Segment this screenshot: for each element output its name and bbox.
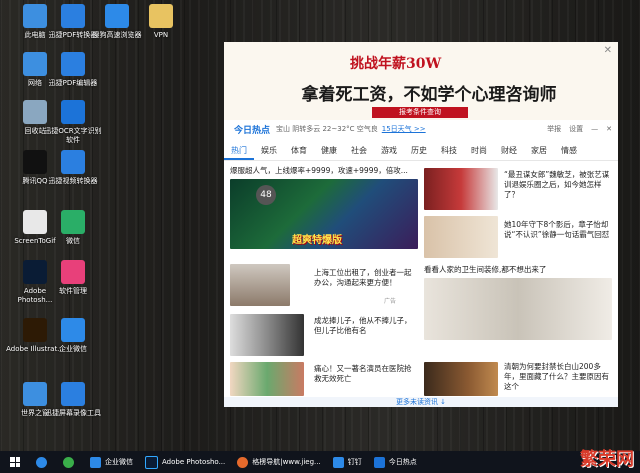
taskbar: 企业微信 Adobe Photosho... 格楞导航|www.jieg... … (0, 451, 640, 473)
desktop-icon-label: 迅捷PDF编辑器 (48, 79, 98, 87)
pinned-360-icon[interactable] (57, 451, 84, 473)
desktop-icon-7[interactable]: 迅捷OCR文字识别软件 (44, 100, 102, 145)
report-button[interactable]: 举报 (547, 124, 561, 134)
actor-thumbnail[interactable] (230, 362, 304, 396)
ad-banner[interactable]: ✕ 挑战年薪30W 拿着死工资，不如学个心理咨询师 报考条件查询 (224, 42, 618, 120)
tab-4[interactable]: 社会 (344, 142, 374, 160)
desktop-icon-label: 微信 (66, 237, 80, 245)
ad-headline-value: 30W (406, 56, 442, 72)
windows-icon (10, 457, 20, 467)
taskbar-wecom[interactable]: 企业微信 (84, 451, 139, 473)
ocr-icon (61, 100, 85, 124)
news-title-office[interactable]: 上海工位出租了，创业者一起办公，沟通起来更方便！ (314, 268, 418, 288)
tab-8[interactable]: 时尚 (464, 142, 494, 160)
tab-7[interactable]: 科技 (434, 142, 464, 160)
dingtalk-icon (332, 456, 344, 468)
screen-recorder-icon (61, 382, 85, 406)
forecast-link[interactable]: 15日天气 >> (382, 124, 426, 134)
game-ad-image[interactable]: 48 超爽特爆版 (230, 179, 418, 249)
wecom-icon (90, 456, 101, 468)
badge-count: 48 (256, 185, 276, 205)
desktop-icon-17[interactable]: 迅捷屏幕录像工具 (44, 382, 102, 418)
news-title-game-ad[interactable]: 爆服超人气，上线爆率+9999，攻速+9999，倍攻... (230, 166, 418, 176)
taskbar-firefox[interactable]: 格楞导航|www.jieg... (231, 451, 326, 473)
tab-11[interactable]: 情感 (554, 142, 584, 160)
desktop-icon-11[interactable]: 微信 (44, 210, 102, 246)
taskbar-dingtalk-label: 钉钉 (347, 458, 362, 466)
news-feed: 爆服超人气，上线爆率+9999，攻速+9999，倍攻... 48 超爽特爆版 上… (224, 164, 618, 396)
desktop-icon-label: 企业微信 (59, 345, 87, 353)
close-button[interactable]: ✕ (606, 125, 612, 133)
ginseng-thumbnail[interactable] (424, 362, 498, 396)
desktop-icon-13[interactable]: 软件管理 (44, 260, 102, 296)
ad-query-button[interactable]: 报考条件查询 (372, 107, 468, 118)
category-tabs: 热门 娱乐 体育 健康 社会 游戏 历史 科技 时尚 财经 家居 情感 (224, 142, 618, 161)
tab-5[interactable]: 游戏 (374, 142, 404, 160)
more-news-link[interactable]: 更多未读资讯 ↓ (224, 397, 618, 407)
software-manager-icon (61, 260, 85, 284)
wechat-icon (61, 210, 85, 234)
pdf-editor-icon (61, 52, 85, 76)
tab-2[interactable]: 体育 (284, 142, 314, 160)
taskbar-wecom-label: 企业微信 (105, 458, 133, 466)
taskbar-jinriredian-label: 今日热点 (388, 458, 417, 466)
desktop-icon-3[interactable]: VPN (132, 4, 190, 40)
weather-info: 宝山 阴转多云 22~32°C 空气良 (276, 125, 378, 133)
game-banner-text: 超爽特爆版 (292, 235, 342, 246)
desktop-icon-15[interactable]: 企业微信 (44, 318, 102, 354)
taskbar-firefox-label: 格楞导航|www.jieg... (252, 458, 321, 466)
desktop-icon-label: VPN (153, 31, 169, 39)
tab-10[interactable]: 家居 (524, 142, 554, 160)
tab-1[interactable]: 娱乐 (254, 142, 284, 160)
news-title-zhang[interactable]: 她10年守下8个影后，章子怡却说“不认识”徐静一句话霸气回怼 (504, 220, 612, 240)
firefox-icon (237, 456, 249, 468)
news-title-bathroom[interactable]: 看看人家的卫生间装修,都不想出来了 (424, 265, 614, 275)
pinned-browser-icon[interactable] (30, 451, 57, 473)
watermark: 繁荣网 (580, 449, 634, 470)
ad-close-icon[interactable]: ✕ (604, 45, 612, 56)
jackie-chan-thumbnail[interactable] (230, 314, 304, 356)
ad-headline-prefix: 挑战年薪 (350, 56, 406, 72)
desktop-icon-5[interactable]: 迅捷PDF编辑器 (44, 52, 102, 88)
news-icon (373, 456, 385, 468)
bathroom-image[interactable] (424, 278, 612, 340)
taskbar-dingtalk[interactable]: 钉钉 (327, 451, 368, 473)
taskbar-photoshop-label: Adobe Photosho... (162, 458, 226, 466)
ad-tag: 广告 (384, 298, 397, 305)
ad-main-text: 拿着死工资，不如学个心理咨询师 (301, 85, 557, 105)
news-header: 今日热点 宝山 阴转多云 22~32°C 空气良 15日天气 >> 举报 设置 … (224, 120, 618, 138)
desktop-icon-label: 迅捷屏幕录像工具 (45, 409, 101, 417)
taskbar-jinriredian[interactable]: 今日热点 (368, 451, 423, 473)
wecom-icon (61, 318, 85, 342)
folder-icon (149, 4, 173, 28)
start-button[interactable] (0, 451, 30, 473)
news-popup-window: ✕ 挑战年薪30W 拿着死工资，不如学个心理咨询师 报考条件查询 今日热点 宝山… (224, 42, 618, 407)
actress-thumbnail[interactable] (424, 168, 498, 210)
news-title-jackie[interactable]: 成龙捧儿子，他从不捧儿子，但儿子比他有名 (314, 316, 418, 336)
news-title-actor[interactable]: 痛心！又一著名演员在医院抢救无效死亡 (314, 364, 418, 384)
desktop-icon-9[interactable]: 迅捷视频转换器 (44, 150, 102, 186)
taskbar-photoshop[interactable]: Adobe Photosho... (139, 451, 231, 473)
desktop-icon-label: 软件管理 (59, 287, 87, 295)
pdf-converter-icon (61, 4, 85, 28)
ad-headline: 挑战年薪30W (350, 53, 441, 73)
tab-3[interactable]: 健康 (314, 142, 344, 160)
desktop-icon-label: 迅捷OCR文字识别软件 (44, 127, 102, 144)
tab-0[interactable]: 热门 (224, 142, 254, 160)
app-logo: 今日热点 (234, 125, 271, 136)
photoshop-icon (145, 455, 158, 469)
news-title-actress[interactable]: “最丑谋女郎”魏敏芝，被张艺谋训退娱乐圈之后，如今她怎样了？ (504, 170, 612, 200)
tab-9[interactable]: 财经 (494, 142, 524, 160)
video-converter-icon (61, 150, 85, 174)
minimize-button[interactable]: — (591, 125, 598, 133)
news-title-changbai[interactable]: 清朝为何要封禁长白山200多年，里面藏了什么？主要原因有这个 (504, 362, 612, 392)
tab-6[interactable]: 历史 (404, 142, 434, 160)
sogou-browser-icon (105, 4, 129, 28)
zhang-thumbnail[interactable] (424, 216, 498, 258)
settings-button[interactable]: 设置 (569, 124, 583, 134)
desktop-icon-label: 迅捷视频转换器 (48, 177, 98, 185)
office-thumbnail[interactable] (230, 264, 290, 306)
